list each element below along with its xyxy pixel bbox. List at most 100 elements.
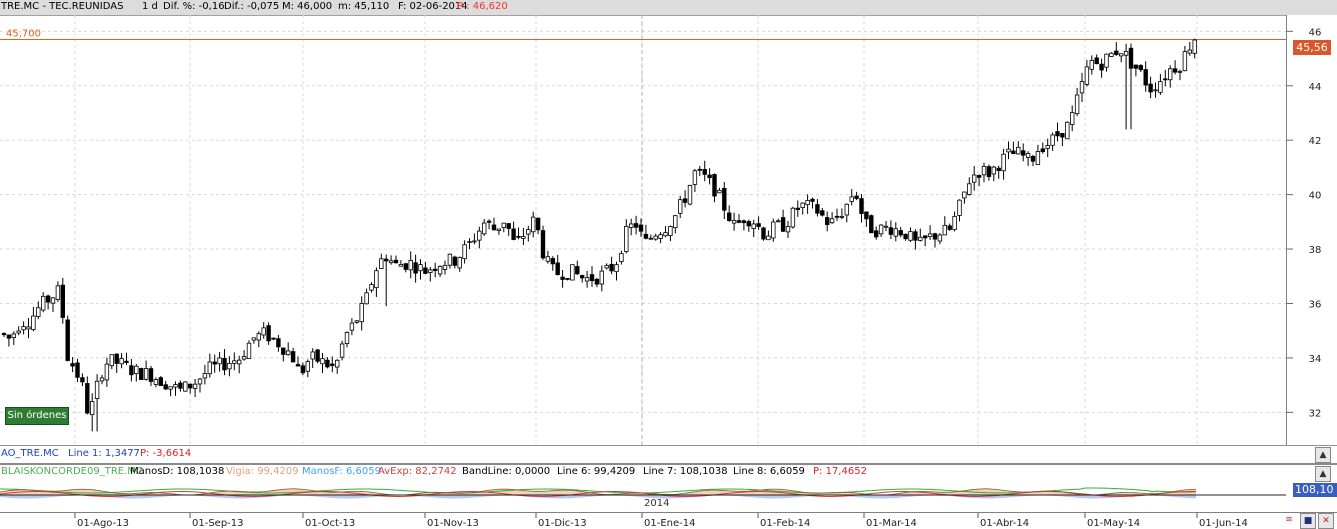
candlestick	[521, 227, 526, 246]
candlestick	[212, 354, 217, 373]
candle-body	[491, 224, 497, 231]
panel-collapse-icon[interactable]: ▲	[1315, 447, 1331, 463]
date-axis[interactable]: 01-Ago-13 01-Sep-13 01-Oct-13 01-Nov-13 01-D…	[0, 512, 1337, 529]
candlestick	[1123, 43, 1129, 130]
dif-pct-label: Dif. %: -0,16	[163, 1, 225, 12]
candlestick	[486, 219, 492, 230]
candlestick	[1114, 42, 1119, 56]
candle-body	[452, 256, 457, 266]
candle-body	[266, 325, 271, 342]
candlestick	[163, 380, 168, 391]
candlestick	[1104, 53, 1109, 72]
panel-collapse-icon[interactable]: ▲	[1315, 466, 1331, 482]
candle-body	[359, 303, 364, 323]
no-orders-badge[interactable]: Sin órdenes	[5, 407, 69, 425]
candle-body	[202, 373, 208, 379]
candle-body	[937, 234, 943, 242]
chart-options-icon[interactable]: ≋	[1282, 513, 1296, 527]
candlestick	[736, 214, 742, 224]
candle-body	[281, 347, 286, 355]
candlestick	[1079, 72, 1085, 103]
candle-body	[584, 277, 590, 282]
candle-body	[986, 166, 992, 177]
candlestick	[374, 267, 379, 297]
dif-label: Dif.: -0,075	[224, 1, 280, 12]
candlestick	[467, 238, 472, 250]
candle-body	[874, 230, 879, 238]
candle-body	[432, 268, 438, 272]
candlestick	[829, 212, 835, 224]
candle-body	[1128, 47, 1134, 69]
candlestick	[310, 348, 315, 369]
candle-body	[825, 217, 830, 225]
candlestick	[526, 225, 531, 242]
candlestick	[153, 377, 159, 388]
candle-body	[653, 235, 658, 240]
candle-body	[1148, 83, 1153, 93]
candle-body	[516, 235, 521, 238]
candle-body	[109, 354, 114, 367]
koncorde-indicator-panel[interactable]: 2014	[0, 478, 1286, 512]
candle-body	[16, 330, 21, 334]
candlestick	[472, 233, 477, 245]
price-axis[interactable]: 46 44 42 40 38 36 34 32	[1286, 15, 1337, 445]
y-tick-label: 38	[1309, 245, 1322, 256]
save-icon[interactable]: ■	[1300, 513, 1316, 529]
candle-body	[217, 357, 222, 365]
candle-body	[187, 383, 193, 389]
candlestick	[584, 270, 590, 288]
y-tick-label: 40	[1309, 191, 1322, 202]
candlestick	[55, 281, 61, 302]
candlestick	[825, 211, 830, 232]
candlestick	[1055, 122, 1060, 142]
candlestick	[687, 184, 693, 206]
candle-body	[981, 165, 987, 176]
candle-body	[315, 349, 320, 362]
candle-body	[780, 217, 786, 232]
candlestick	[1109, 52, 1114, 58]
candle-body	[1016, 146, 1021, 155]
candle-body	[276, 338, 281, 348]
candlestick	[354, 320, 359, 324]
candlestick	[232, 352, 237, 371]
ao-line1-value: Line 1: 1,3477	[68, 448, 140, 459]
x-tick-label: 01-May-14	[1087, 518, 1140, 529]
ao-indicator-panel[interactable]: AO_TRE.MC Line 1: 1,3477 P: -3,6614 ▲	[0, 446, 1337, 463]
candle-body	[976, 175, 982, 178]
candlestick	[80, 373, 85, 387]
candlestick	[251, 337, 257, 344]
candlestick	[648, 234, 653, 240]
candle-body	[751, 223, 756, 229]
candle-body	[1192, 39, 1197, 54]
candle-body	[320, 358, 325, 365]
candlestick	[1182, 45, 1188, 72]
koncorde-vigia: Vigia: 99,4209	[226, 466, 299, 477]
candlestick	[36, 301, 41, 320]
candle-body	[388, 260, 394, 264]
candle-body	[65, 319, 70, 361]
candle-body	[844, 203, 849, 216]
x-tick-label: 01-Ago-13	[77, 518, 129, 529]
candle-body	[531, 216, 536, 233]
close-icon[interactable]: ✕	[1318, 513, 1334, 529]
candle-body	[633, 223, 639, 228]
price-chart[interactable]: 45,700	[0, 15, 1286, 445]
candle-body	[285, 350, 291, 356]
candle-body	[1143, 69, 1148, 86]
candle-body	[481, 222, 487, 235]
candle-body	[364, 292, 369, 305]
candlestick	[437, 265, 443, 278]
candlestick	[746, 219, 751, 232]
candle-body	[45, 295, 51, 303]
candle-body	[467, 241, 472, 243]
candlestick	[6, 334, 12, 347]
candle-body	[236, 359, 242, 365]
candlestick	[138, 367, 144, 380]
period-label[interactable]: 1 d	[142, 1, 158, 12]
candlestick	[550, 256, 555, 271]
candlestick	[996, 165, 1001, 179]
candlestick	[511, 221, 516, 241]
candle-body	[712, 174, 717, 197]
candlestick	[820, 207, 825, 217]
candle-body	[1006, 148, 1011, 153]
